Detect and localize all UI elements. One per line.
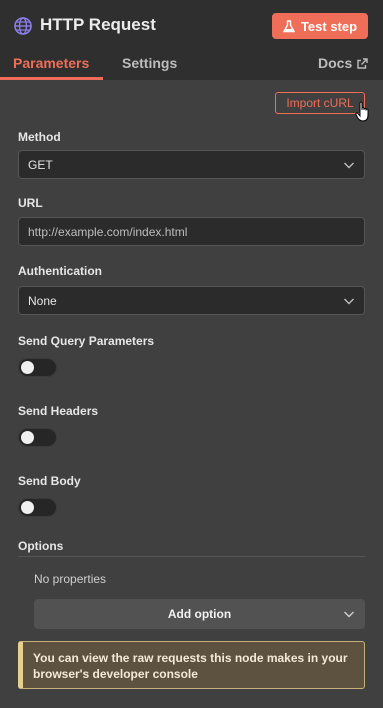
tab-docs[interactable]: Docs bbox=[318, 55, 368, 71]
method-label: Method bbox=[18, 130, 61, 144]
no-properties-text: No properties bbox=[34, 572, 107, 586]
url-input[interactable]: http://example.com/index.html bbox=[18, 217, 365, 246]
flask-icon bbox=[282, 19, 295, 32]
test-step-button[interactable]: Test step bbox=[272, 13, 368, 39]
chevron-down-icon bbox=[344, 298, 354, 305]
authentication-value: None bbox=[28, 293, 57, 308]
send-body-label: Send Body bbox=[18, 474, 81, 488]
title-row: HTTP Request Test step bbox=[0, 0, 383, 52]
developer-console-notice: You can view the raw requests this node … bbox=[18, 641, 365, 689]
chevron-down-icon bbox=[344, 162, 354, 169]
test-step-label: Test step bbox=[300, 18, 358, 34]
node-title: HTTP Request bbox=[40, 15, 156, 34]
method-value: GET bbox=[28, 157, 53, 172]
add-option-button[interactable]: Add option bbox=[34, 599, 365, 629]
send-query-label: Send Query Parameters bbox=[18, 334, 155, 348]
notice-text: You can view the raw requests this node … bbox=[33, 651, 348, 681]
toggle-knob bbox=[21, 501, 34, 514]
options-label: Options bbox=[18, 539, 64, 553]
authentication-label: Authentication bbox=[18, 264, 102, 278]
tab-parameters[interactable]: Parameters bbox=[13, 55, 89, 71]
chevron-down-icon bbox=[344, 611, 354, 618]
add-option-label: Add option bbox=[167, 607, 232, 621]
docs-label: Docs bbox=[318, 55, 353, 71]
options-divider bbox=[18, 556, 365, 557]
tab-settings[interactable]: Settings bbox=[122, 55, 177, 71]
url-label: URL bbox=[18, 196, 43, 210]
method-select[interactable]: GET bbox=[18, 150, 365, 179]
send-headers-toggle[interactable] bbox=[18, 428, 57, 447]
send-headers-label: Send Headers bbox=[18, 404, 99, 418]
hand-pointer-cursor-icon bbox=[355, 101, 369, 122]
node-header: HTTP Request Test step Parameters Settin… bbox=[0, 0, 383, 80]
tab-bar: Parameters Settings Docs bbox=[0, 52, 383, 80]
active-tab-indicator bbox=[0, 77, 103, 80]
url-placeholder: http://example.com/index.html bbox=[28, 224, 188, 239]
external-link-icon bbox=[357, 57, 368, 69]
send-body-toggle[interactable] bbox=[18, 498, 57, 517]
authentication-select[interactable]: None bbox=[18, 286, 365, 315]
toggle-knob bbox=[21, 431, 34, 444]
toggle-knob bbox=[21, 361, 34, 374]
send-query-toggle[interactable] bbox=[18, 358, 57, 377]
globe-icon bbox=[14, 17, 32, 35]
import-curl-button[interactable]: Import cURL bbox=[275, 92, 365, 114]
